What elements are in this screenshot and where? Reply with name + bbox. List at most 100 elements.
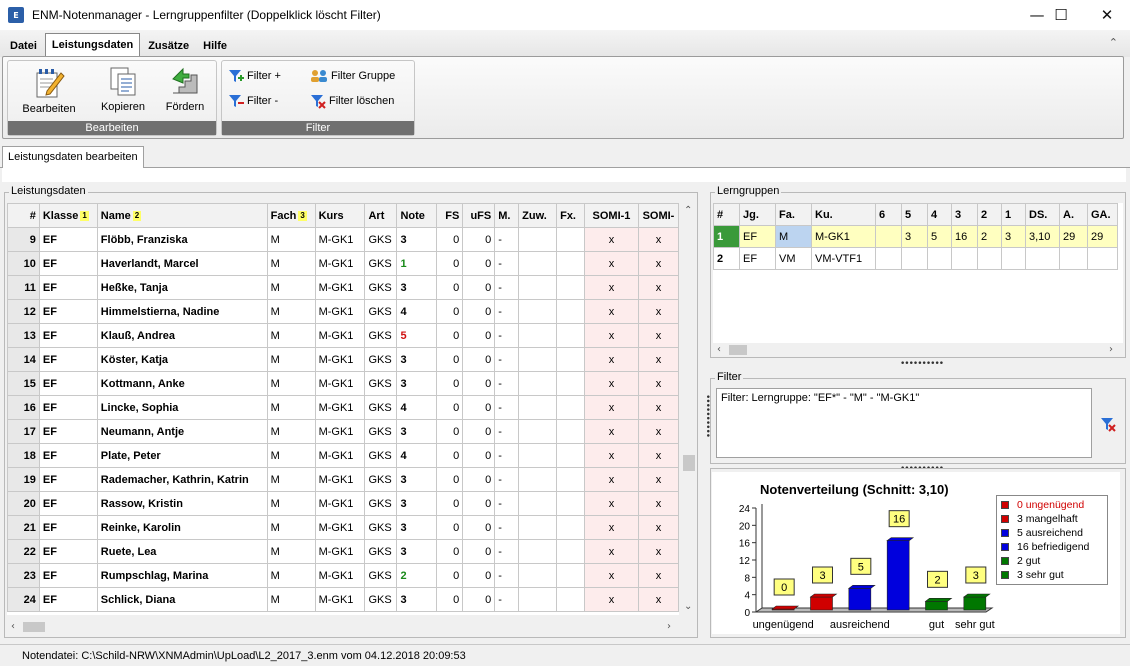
cell-kurs[interactable]: M-GK1 [314,323,366,348]
cell-m[interactable]: - [494,587,520,612]
lg-cell[interactable]: M-GK1 [811,225,876,248]
lg-col-header[interactable]: Jg. [739,203,776,226]
cell-fx[interactable] [556,275,586,300]
cell-fs[interactable]: 0 [436,443,464,468]
cell-zuw[interactable] [518,587,558,612]
cell-klasse[interactable]: EF [38,371,98,396]
cell-note[interactable]: 3 [396,371,438,396]
cell-art[interactable]: GKS [364,227,398,252]
filter-loeschen-button[interactable]: Filter löschen [310,92,394,110]
cell-ufs[interactable]: 0 [462,251,496,276]
cell-zuw[interactable] [518,491,558,516]
cell-klasse[interactable]: EF [38,227,98,252]
cell-nr[interactable]: 13 [7,323,40,348]
table-row[interactable]: 9 EF Flöbb, Franziska M M-GK1 GKS 3 0 0- x x [7,227,679,252]
lg-hscroll-thumb[interactable] [729,345,747,355]
cell-fx[interactable] [556,563,586,588]
cell-art[interactable]: GKS [364,299,398,324]
col-header-kurs[interactable]: Kurs [314,203,366,228]
lg-col-header[interactable]: # [713,203,740,226]
cell-fach[interactable]: M [266,587,316,612]
cell-fach[interactable]: M [266,563,316,588]
lg-cell[interactable]: 3 [1001,225,1026,248]
lg-cell[interactable] [875,247,902,270]
lg-cell[interactable]: 3 [901,225,928,248]
lg-cell[interactable]: 2 [713,247,740,270]
table-row[interactable]: 10 EF Haverlandt, Marcel M M-GK1 GKS 1 0 0- x x [7,251,679,276]
cell-name[interactable]: Himmelstierna, Nadine [96,299,268,324]
cell-name[interactable]: Kottmann, Anke [96,371,268,396]
scroll-up-icon[interactable]: ⌃ [684,205,692,216]
cell-somi2[interactable]: x [637,371,679,396]
cell-nr[interactable]: 12 [7,299,40,324]
table-row[interactable]: 13 EF Klauß, Andrea M M-GK1 GKS 5 0 0- x x [7,323,679,348]
cell-fx[interactable] [556,419,586,444]
tab-leistungsdaten-bearbeiten[interactable]: Leistungsdaten bearbeiten [2,146,144,168]
cell-fach[interactable]: M [266,395,316,420]
cell-note[interactable]: 5 [396,323,438,348]
close-icon[interactable]: ✕ [1084,0,1130,30]
lg-col-header[interactable]: DS. [1025,203,1060,226]
cell-zuw[interactable] [518,563,558,588]
cell-klasse[interactable]: EF [38,347,98,372]
cell-name[interactable]: Lincke, Sophia [96,395,268,420]
cell-ufs[interactable]: 0 [462,419,496,444]
cell-fx[interactable] [556,515,586,540]
menu-zusaetze[interactable]: Zusätze [142,35,195,57]
cell-fs[interactable]: 0 [436,395,464,420]
cell-kurs[interactable]: M-GK1 [314,515,366,540]
cell-fach[interactable]: M [266,371,316,396]
cell-kurs[interactable]: M-GK1 [314,443,366,468]
cell-m[interactable]: - [494,563,520,588]
ribbon-collapse-icon[interactable]: ⌃ [1109,36,1118,49]
cell-nr[interactable]: 18 [7,443,40,468]
cell-fach[interactable]: M [266,347,316,372]
lerngruppe-row[interactable]: 2 EF VM VM-VTF1 [713,247,1118,270]
cell-fach[interactable]: M [266,539,316,564]
cell-somi1[interactable]: x [584,323,639,348]
lg-scroll-right-icon[interactable]: › [1109,344,1113,355]
scroll-left-icon[interactable]: ‹ [11,621,15,632]
bearbeiten-button[interactable]: Bearbeiten [20,65,78,121]
lg-col-header[interactable]: 5 [901,203,928,226]
cell-nr[interactable]: 23 [7,563,40,588]
cell-nr[interactable]: 14 [7,347,40,372]
cell-fs[interactable]: 0 [436,563,464,588]
cell-fach[interactable]: M [266,275,316,300]
table-row[interactable]: 21 EF Reinke, Karolin M M-GK1 GKS 3 0 0- x x [7,515,679,540]
cell-fs[interactable]: 0 [436,515,464,540]
cell-kurs[interactable]: M-GK1 [314,371,366,396]
cell-kurs[interactable]: M-GK1 [314,251,366,276]
cell-somi2[interactable]: x [637,419,679,444]
cell-m[interactable]: - [494,443,520,468]
cell-name[interactable]: Schlick, Diana [96,587,268,612]
cell-fs[interactable]: 0 [436,539,464,564]
cell-fach[interactable]: M [266,515,316,540]
cell-somi2[interactable]: x [637,539,679,564]
cell-nr[interactable]: 22 [7,539,40,564]
cell-ufs[interactable]: 0 [462,491,496,516]
cell-fx[interactable] [556,467,586,492]
lg-cell[interactable]: VM-VTF1 [811,247,876,270]
cell-ufs[interactable]: 0 [462,347,496,372]
cell-fx[interactable] [556,299,586,324]
lg-col-header[interactable]: A. [1059,203,1088,226]
cell-name[interactable]: Haverlandt, Marcel [96,251,268,276]
cell-note[interactable]: 3 [396,275,438,300]
col-header-somi-2[interactable]: SOMI- [637,203,679,228]
cell-art[interactable]: GKS [364,515,398,540]
lerngruppen-hscrollbar[interactable]: ‹ › [713,343,1123,357]
cell-kurs[interactable]: M-GK1 [314,275,366,300]
cell-fs[interactable]: 0 [436,587,464,612]
cell-fx[interactable] [556,395,586,420]
cell-note[interactable]: 3 [396,227,438,252]
cell-zuw[interactable] [518,419,558,444]
lg-cell[interactable]: 29 [1087,225,1118,248]
lg-col-header[interactable]: 1 [1001,203,1026,226]
cell-fs[interactable]: 0 [436,299,464,324]
cell-zuw[interactable] [518,227,558,252]
cell-somi1[interactable]: x [584,587,639,612]
cell-note[interactable]: 4 [396,299,438,324]
cell-ufs[interactable]: 0 [462,563,496,588]
table-row[interactable]: 19 EF Rademacher, Kathrin, Katrin M M-GK1 GKS… [7,467,679,492]
